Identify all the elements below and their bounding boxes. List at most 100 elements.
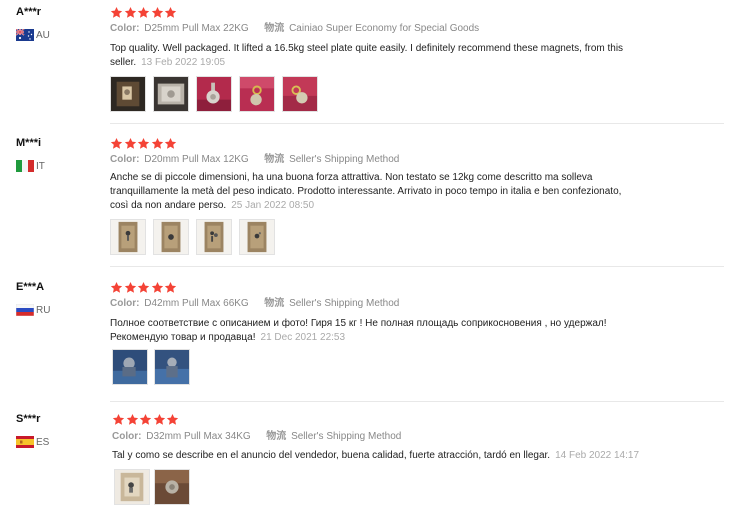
- shipping-label: 物流: [264, 154, 285, 165]
- country-code: ES: [36, 436, 50, 448]
- buyer-name: A***r: [16, 6, 42, 18]
- review-photos: [110, 219, 275, 255]
- review-photo[interactable]: [154, 349, 190, 385]
- star-icon: [164, 281, 177, 293]
- star-icon: [137, 281, 150, 293]
- review-text: Anche se di piccole dimensioni, ha una b…: [110, 171, 670, 213]
- shipping-value: Seller's Shipping Method: [289, 154, 400, 165]
- star-icon: [139, 413, 152, 425]
- color-label: Color:: [112, 431, 142, 442]
- color-label: Color:: [110, 298, 140, 309]
- buyer-info: E***A RU: [16, 281, 106, 316]
- sku-info: Color: D42mm Pull Max 66KG 物流 Seller's S…: [110, 298, 399, 310]
- flag-ru-icon: [16, 304, 34, 316]
- buyer-country: AU: [16, 29, 106, 41]
- sku-info: Color: D20mm Pull Max 12KG 物流 Seller's S…: [110, 154, 399, 166]
- review-photo[interactable]: [114, 469, 150, 505]
- review-text-line: Tal y como se describe en el anuncio del…: [112, 450, 640, 461]
- buyer-info: M***i IT: [16, 137, 106, 172]
- review-photo[interactable]: [110, 76, 146, 112]
- shipping-label: 物流: [264, 298, 285, 309]
- review-divider: [110, 401, 724, 402]
- color-value: D42mm Pull Max 66KG: [144, 298, 249, 309]
- review-text-line: così da non andare perso. 25 Jan 2022 08:…: [110, 200, 315, 211]
- star-icon: [137, 137, 150, 149]
- star-icon: [164, 137, 177, 149]
- review-divider: [110, 266, 724, 267]
- buyer-name: M***i: [16, 137, 42, 149]
- review-photo[interactable]: [112, 349, 148, 385]
- star-icon: [151, 281, 163, 293]
- buyer-info: A***r AU: [16, 6, 106, 41]
- country-code: RU: [36, 304, 51, 316]
- buyer-name: E***A: [16, 281, 45, 293]
- review-date: 13 Feb 2022 19:05: [141, 57, 226, 68]
- star-icon: [137, 6, 150, 18]
- review-text-line: Anche se di piccole dimensioni, ha una b…: [110, 172, 593, 183]
- star-icon: [151, 6, 163, 18]
- review-photos: [112, 349, 190, 385]
- review-photos: [114, 469, 190, 505]
- review-date: 14 Feb 2022 14:17: [555, 450, 640, 461]
- star-icon: [153, 413, 165, 425]
- review-photo[interactable]: [239, 219, 275, 255]
- star-rating: [110, 137, 178, 151]
- review-text-line: seller. 13 Feb 2022 19:05: [110, 57, 226, 68]
- star-rating: [110, 281, 178, 295]
- review-text-line: Полное соответствие с описанием и фото! …: [110, 318, 607, 329]
- star-icon: [124, 6, 136, 18]
- star-rating: [112, 413, 180, 427]
- review-photo[interactable]: [196, 219, 232, 255]
- shipping-label: 物流: [264, 23, 285, 34]
- star-icon: [110, 137, 123, 149]
- shipping-label: 物流: [266, 431, 287, 442]
- buyer-country: ES: [16, 436, 106, 448]
- shipping-value: Cainiao Super Economy for Special Goods: [289, 23, 480, 34]
- review-photo[interactable]: [196, 76, 232, 112]
- star-rating: [110, 6, 178, 20]
- star-icon: [164, 6, 177, 18]
- star-icon: [124, 281, 136, 293]
- sku-info: Color: D25mm Pull Max 22KG 物流 Cainiao Su…: [110, 23, 479, 35]
- country-code: IT: [36, 160, 45, 172]
- buyer-info: S***r ES: [16, 413, 106, 448]
- color-label: Color:: [110, 154, 140, 165]
- review-date: 25 Jan 2022 08:50: [231, 200, 315, 211]
- country-code: AU: [36, 29, 50, 41]
- review-text-line: Top quality. Well packaged. It lifted a …: [110, 43, 624, 54]
- color-value: D20mm Pull Max 12KG: [144, 154, 249, 165]
- star-icon: [124, 137, 136, 149]
- review-text: Top quality. Well packaged. It lifted a …: [110, 42, 670, 70]
- sku-info: Color: D32mm Pull Max 34KG 物流 Seller's S…: [112, 431, 401, 443]
- star-icon: [166, 413, 179, 425]
- review-photo[interactable]: [282, 76, 318, 112]
- flag-es-icon: [16, 436, 34, 448]
- flag-au-icon: [16, 29, 34, 41]
- buyer-name: S***r: [16, 413, 41, 425]
- review-photos: [110, 76, 318, 112]
- buyer-country: IT: [16, 160, 106, 172]
- color-label: Color:: [110, 23, 140, 34]
- feedback-list: A***r AU Color: D25mm Pull Max 22KG 物流 C…: [0, 0, 750, 520]
- review-text: Полное соответствие с описанием и фото! …: [110, 317, 670, 345]
- review-photo[interactable]: [154, 469, 190, 505]
- flag-it-icon: [16, 160, 34, 172]
- review-photo[interactable]: [153, 76, 189, 112]
- star-icon: [110, 281, 123, 293]
- review-text-line: tranquillamente la metà del peso indicat…: [110, 186, 622, 197]
- color-value: D32mm Pull Max 34KG: [146, 431, 251, 442]
- star-icon: [126, 413, 138, 425]
- review-photo[interactable]: [239, 76, 275, 112]
- review-text: Tal y como se describe en el anuncio del…: [112, 449, 692, 463]
- star-icon: [112, 413, 125, 425]
- star-icon: [110, 6, 123, 18]
- buyer-country: RU: [16, 304, 106, 316]
- review-photo[interactable]: [110, 219, 146, 255]
- shipping-value: Seller's Shipping Method: [289, 298, 400, 309]
- review-divider: [110, 123, 724, 124]
- review-photo[interactable]: [153, 219, 189, 255]
- star-icon: [151, 137, 163, 149]
- shipping-value: Seller's Shipping Method: [291, 431, 402, 442]
- review-date: 21 Dec 2021 22:53: [260, 332, 346, 343]
- color-value: D25mm Pull Max 22KG: [144, 23, 249, 34]
